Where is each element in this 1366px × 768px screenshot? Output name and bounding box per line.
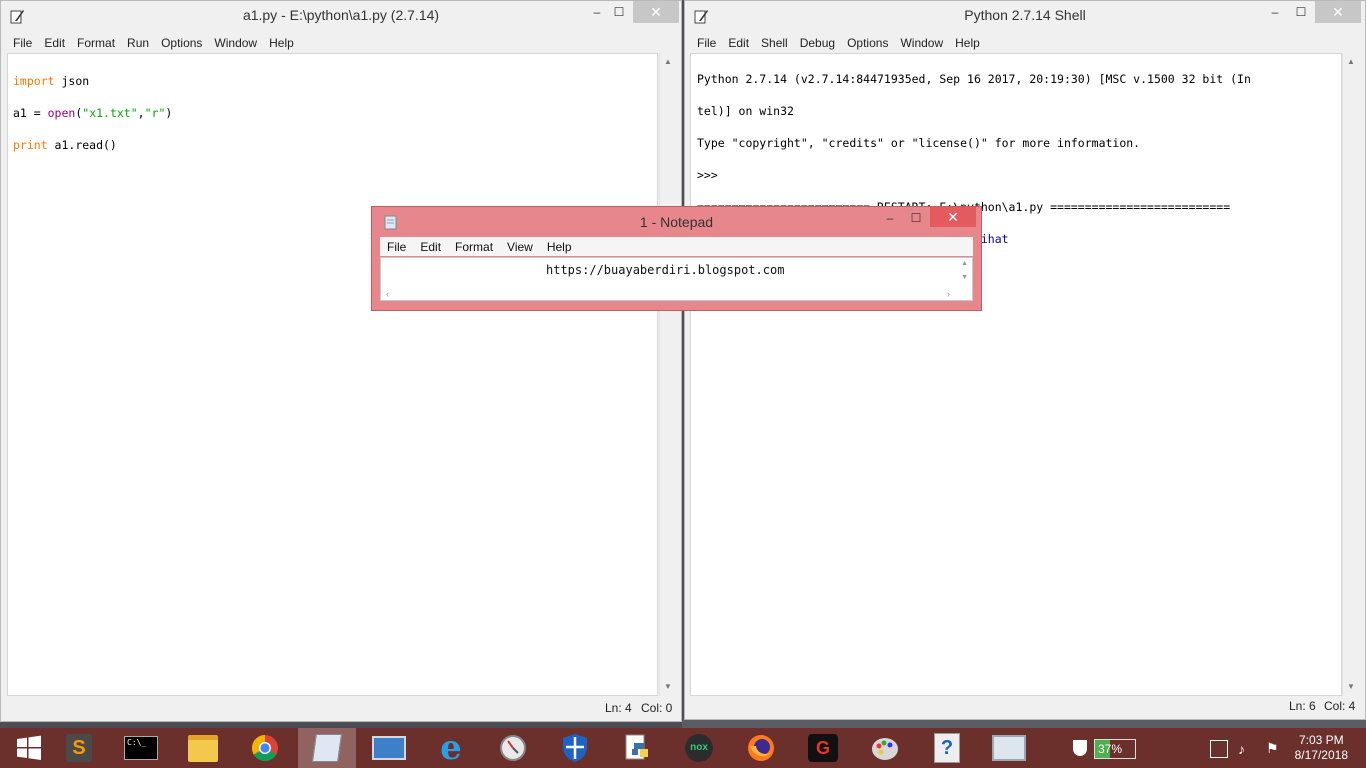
menu-debug[interactable]: Debug (794, 36, 841, 50)
defender-icon[interactable] (546, 728, 604, 768)
menu-edit[interactable]: Edit (722, 36, 755, 50)
nox-icon[interactable]: nox (670, 728, 728, 768)
system-tray: 37% ♪ ⚑ 7:03 PM 8/17/2018 (1070, 728, 1366, 768)
editor-menubar: File Edit Format Run Options Window Help (7, 34, 681, 52)
code-editor[interactable]: import json a1 = open("x1.txt","r") prin… (7, 53, 658, 696)
taskbar: S C:\_ e nox G ? 37% ♪ ⚑ 7:03 PM 8/17/20… (0, 728, 1366, 768)
menu-file[interactable]: File (691, 36, 722, 50)
file-explorer-icon[interactable] (174, 728, 232, 768)
battery-percent: 37% (1098, 742, 1123, 756)
minimize-button[interactable]: – (1261, 1, 1289, 23)
volume-icon[interactable]: ♪ (1238, 741, 1245, 757)
shell-status-line: Ln: 6 (1289, 699, 1316, 713)
remote-desktop-icon[interactable] (360, 728, 418, 768)
shell-output[interactable]: Python 2.7.14 (v2.7.14:84471935ed, Sep 1… (690, 53, 1342, 696)
menu-file[interactable]: File (380, 240, 413, 254)
scroll-down-icon[interactable]: ▼ (961, 274, 968, 281)
minimize-button[interactable]: – (876, 207, 904, 229)
code-line-1: import json (13, 74, 90, 88)
menu-format[interactable]: Format (71, 36, 121, 50)
notepad-menubar: File Edit Format View Help (380, 237, 973, 256)
menu-help[interactable]: Help (263, 36, 300, 50)
shell-scrollbar[interactable]: ▲ ▼ (1342, 53, 1359, 696)
code-line-2: a1 = open("x1.txt","r") (13, 106, 173, 120)
flag-icon[interactable]: ⚑ (1266, 740, 1279, 757)
shell-line: Type "copyright", "credits" or "license(… (697, 136, 1141, 150)
shell-status-col: Col: 4 (1324, 699, 1356, 713)
scroll-left-icon[interactable]: ‹ (386, 289, 389, 299)
notepad-content: https://buayaberdiri.blogspot.com (546, 263, 785, 277)
close-button[interactable]: ✕ (633, 1, 679, 23)
battery-icon[interactable]: 37% (1094, 739, 1136, 759)
close-button[interactable]: ✕ (930, 207, 976, 227)
defender-tray-icon[interactable] (1073, 740, 1087, 756)
menu-help[interactable]: Help (540, 240, 579, 254)
scroll-up-icon[interactable]: ▲ (660, 55, 676, 69)
shell-menubar: File Edit Shell Debug Options Window Hel… (691, 34, 1365, 52)
clock-utility-icon[interactable] (484, 728, 542, 768)
shell-titlebar[interactable]: Python 2.7.14 Shell – ☐ ✕ (685, 1, 1365, 31)
scroll-down-icon[interactable]: ▼ (1343, 680, 1359, 694)
menu-run[interactable]: Run (121, 36, 155, 50)
desktop-strip (682, 720, 1366, 728)
shell-window: Python 2.7.14 Shell – ☐ ✕ File Edit Shel… (684, 0, 1366, 720)
menu-edit[interactable]: Edit (413, 240, 448, 254)
menu-window[interactable]: Window (894, 36, 949, 50)
maximize-button[interactable]: ☐ (902, 207, 930, 229)
system-clock[interactable]: 7:03 PM 8/17/2018 (1295, 733, 1348, 763)
menu-edit[interactable]: Edit (38, 36, 71, 50)
shell-line: tel)] on win32 (697, 104, 794, 118)
menu-options[interactable]: Options (841, 36, 894, 50)
clock-time: 7:03 PM (1298, 733, 1344, 747)
notepad-text-area[interactable]: https://buayaberdiri.blogspot.com ▲ ▼ ‹ … (380, 257, 973, 301)
system-monitor-icon[interactable] (980, 728, 1038, 768)
scroll-right-icon[interactable]: › (947, 289, 950, 299)
shell-line: >>> (697, 168, 725, 182)
maximize-button[interactable]: ☐ (1287, 1, 1315, 23)
editor-window: a1.py - E:\python\a1.py (2.7.14) – ☐ ✕ F… (0, 0, 682, 722)
shell-line: Python 2.7.14 (v2.7.14:84471935ed, Sep 1… (697, 72, 1251, 86)
notepad-icon[interactable] (298, 728, 356, 768)
cmd-icon[interactable]: C:\_ (112, 728, 170, 768)
scroll-down-icon[interactable]: ▼ (660, 680, 676, 694)
clock-date: 8/17/2018 (1294, 748, 1348, 762)
menu-shell[interactable]: Shell (755, 36, 794, 50)
editor-status-line: Ln: 4 (605, 701, 632, 715)
python-idle-icon[interactable] (608, 728, 666, 768)
sublime-text-icon[interactable]: S (50, 728, 108, 768)
close-button[interactable]: ✕ (1315, 1, 1361, 23)
editor-titlebar[interactable]: a1.py - E:\python\a1.py (2.7.14) – ☐ ✕ (1, 1, 681, 31)
menu-options[interactable]: Options (155, 36, 208, 50)
help-icon[interactable]: ? (918, 728, 976, 768)
editor-scrollbar[interactable]: ▲ ▼ (659, 53, 676, 696)
scroll-up-icon[interactable]: ▲ (1343, 55, 1359, 69)
menu-window[interactable]: Window (208, 36, 263, 50)
menu-view[interactable]: View (500, 240, 540, 254)
notepad-window: 1 - Notepad – ☐ ✕ File Edit Format View … (371, 206, 982, 311)
menu-help[interactable]: Help (949, 36, 986, 50)
scroll-up-icon[interactable]: ▲ (961, 260, 968, 267)
menu-file[interactable]: File (7, 36, 38, 50)
editor-title: a1.py - E:\python\a1.py (2.7.14) (242, 7, 440, 23)
network-icon[interactable] (1210, 740, 1228, 758)
chrome-icon[interactable] (236, 728, 294, 768)
menu-format[interactable]: Format (448, 240, 500, 254)
firefox-icon[interactable] (732, 728, 790, 768)
code-line-3: print a1.read() (13, 138, 117, 152)
maximize-button[interactable]: ☐ (605, 1, 633, 23)
paint-icon[interactable] (856, 728, 914, 768)
editor-status-col: Col: 0 (641, 701, 673, 715)
internet-explorer-icon[interactable]: e (422, 728, 480, 768)
garena-icon[interactable]: G (794, 728, 852, 768)
